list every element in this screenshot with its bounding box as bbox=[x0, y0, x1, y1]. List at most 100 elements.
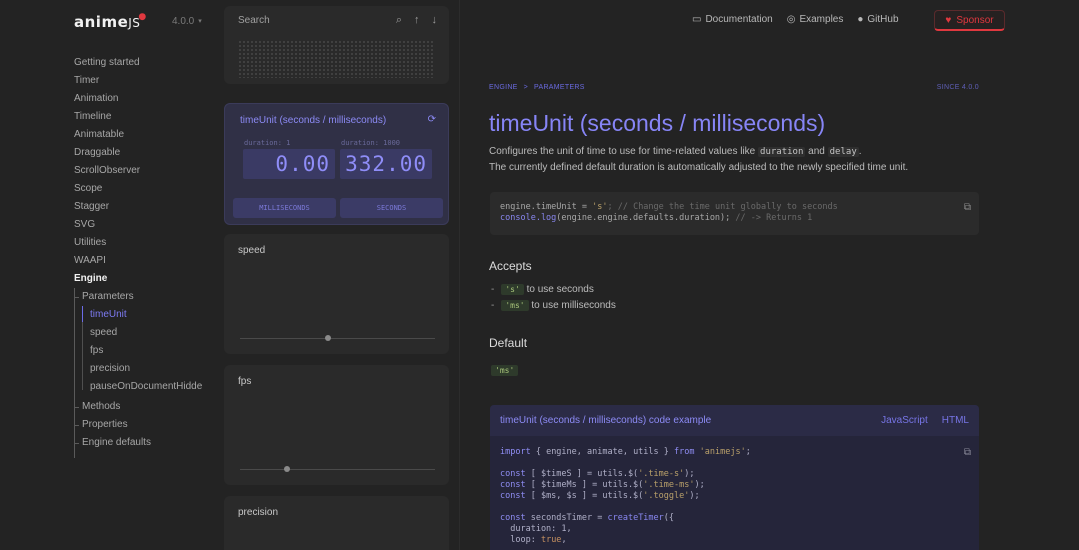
sidebar-item-timer[interactable]: Timer bbox=[74, 74, 214, 92]
tab-javascript[interactable]: JavaScript bbox=[881, 415, 928, 426]
sidebar-item-scrollobserver[interactable]: ScrollObserver bbox=[74, 164, 214, 182]
accept-text: to use seconds bbox=[523, 284, 594, 295]
arrow-down-icon[interactable]: ↓ bbox=[432, 14, 438, 27]
description-line-1: Configures the unit of time to use for t… bbox=[489, 144, 979, 160]
fps-slider[interactable] bbox=[240, 466, 435, 472]
refresh-icon[interactable]: ⟳ bbox=[428, 114, 436, 125]
fps-demo-card: fps bbox=[224, 365, 449, 485]
list-dash: - bbox=[491, 284, 495, 295]
logo-text: anime bbox=[74, 13, 129, 31]
sidebar-item-properties[interactable]: Properties bbox=[74, 418, 214, 436]
code-example-panel: timeUnit (seconds / milliseconds) code e… bbox=[490, 405, 979, 550]
speed-slider-knob[interactable] bbox=[324, 335, 331, 341]
parameters-subnav: timeUnit speed fps precision pauseOnDocu… bbox=[82, 306, 214, 398]
value-tag: 's' bbox=[501, 284, 524, 295]
methods-label: Methods bbox=[82, 401, 121, 412]
sidebar-item-animatable[interactable]: Animatable bbox=[74, 128, 214, 146]
github-label: GitHub bbox=[867, 14, 899, 25]
documentation-link[interactable]: ▭ Documentation bbox=[692, 14, 773, 25]
search-input[interactable]: Search bbox=[238, 15, 270, 26]
sidebar-item-utilities[interactable]: Utilities bbox=[74, 236, 214, 254]
speed-demo-card: speed bbox=[224, 234, 449, 354]
milliseconds-button[interactable]: MILLISECONDS bbox=[233, 198, 336, 218]
breadcrumb-parameters[interactable]: PARAMETERS bbox=[534, 84, 585, 91]
sidebar-item-pauseondocumenthidden[interactable]: pauseOnDocumentHidde bbox=[82, 380, 214, 398]
precision-demo-card: precision bbox=[224, 496, 449, 550]
default-heading: Default bbox=[489, 336, 528, 350]
copy-icon[interactable]: ⧉ bbox=[964, 202, 971, 213]
search-icon[interactable]: ⌕ bbox=[396, 14, 402, 27]
sidebar-item-scope[interactable]: Scope bbox=[74, 182, 214, 200]
example-tabs: JavaScript HTML bbox=[881, 415, 969, 426]
precision-label: precision bbox=[238, 507, 279, 518]
logo-dot-icon: ● bbox=[138, 12, 147, 22]
sidebar-item-precision[interactable]: precision bbox=[82, 362, 214, 380]
sidebar-item-waapi[interactable]: WAAPI bbox=[74, 254, 214, 272]
fps-label: fps bbox=[238, 376, 252, 387]
accept-item-ms: -'ms' to use milliseconds bbox=[491, 298, 616, 314]
version-label: 4.0.0 bbox=[172, 16, 195, 27]
sidebar-item-engine-defaults[interactable]: Engine defaults bbox=[74, 436, 214, 454]
dot-grid-visual bbox=[238, 40, 434, 78]
timeunit-demo-card: timeUnit (seconds / milliseconds) ⟳ dura… bbox=[224, 103, 449, 225]
code-comment: ; // Change the time unit globally to se… bbox=[607, 202, 838, 212]
sidebar-item-speed[interactable]: speed bbox=[82, 326, 214, 344]
sidebar-item-timeline[interactable]: Timeline bbox=[74, 110, 214, 128]
breadcrumb: ENGINE > PARAMETERS bbox=[489, 84, 585, 91]
sidebar-item-fps[interactable]: fps bbox=[82, 344, 214, 362]
sidebar-item-engine[interactable]: Engine bbox=[74, 272, 214, 290]
fps-slider-knob[interactable] bbox=[283, 466, 290, 472]
github-link[interactable]: ● GitHub bbox=[857, 14, 898, 25]
sidebar-nav: Getting started Timer Animation Timeline… bbox=[74, 56, 214, 458]
code-function: console.log bbox=[500, 213, 557, 223]
github-icon: ● bbox=[857, 14, 864, 25]
description: Configures the unit of time to use for t… bbox=[489, 144, 979, 175]
version-selector[interactable]: 4.0.0 ▾ bbox=[172, 16, 202, 27]
copy-icon[interactable]: ⧉ bbox=[964, 447, 971, 458]
search-panel: Search ⌕ ↑ ↓ bbox=[224, 6, 449, 84]
list-dash: - bbox=[491, 300, 495, 311]
search-bar[interactable]: Search ⌕ ↑ ↓ bbox=[238, 14, 437, 31]
breadcrumb-engine[interactable]: ENGINE bbox=[489, 84, 518, 91]
sidebar-item-animation[interactable]: Animation bbox=[74, 92, 214, 110]
examples-label: Examples bbox=[799, 14, 844, 25]
sidebar-item-draggable[interactable]: Draggable bbox=[74, 146, 214, 164]
sidebar-item-svg[interactable]: SVG bbox=[74, 218, 214, 236]
page-title: timeUnit (seconds / milliseconds) bbox=[489, 110, 826, 136]
desc-text: Configures the unit of time to use for t… bbox=[489, 146, 759, 157]
sidebar-item-stagger[interactable]: Stagger bbox=[74, 200, 214, 218]
lcd-display-seconds: 0.00 bbox=[243, 149, 335, 179]
demo-title: timeUnit (seconds / milliseconds) bbox=[240, 115, 387, 126]
inline-code-duration: duration bbox=[758, 147, 806, 157]
tree-tick bbox=[74, 443, 79, 444]
code-string: 's' bbox=[592, 202, 608, 212]
sidebar-item-getting-started[interactable]: Getting started bbox=[74, 56, 214, 74]
sponsor-label: Sponsor bbox=[956, 14, 994, 26]
tree-tick bbox=[74, 407, 79, 408]
sidebar-item-methods[interactable]: Methods bbox=[74, 400, 214, 418]
accepts-heading: Accepts bbox=[489, 259, 532, 273]
examples-link[interactable]: ◎ Examples bbox=[787, 14, 844, 25]
desc-text: and bbox=[805, 146, 828, 157]
example-header: timeUnit (seconds / milliseconds) code e… bbox=[490, 405, 979, 436]
anime-logo[interactable]: animeJS● bbox=[74, 12, 149, 31]
code-block-usage: engine.timeUnit = 's'; // Change the tim… bbox=[490, 192, 979, 235]
code-token: engine.timeUnit = bbox=[500, 202, 593, 212]
sidebar-item-parameters[interactable]: Parameters bbox=[74, 290, 214, 308]
accept-text: to use milliseconds bbox=[528, 300, 616, 311]
speed-slider[interactable] bbox=[240, 335, 435, 341]
book-icon: ▭ bbox=[692, 14, 702, 25]
sidebar-item-timeunit[interactable]: timeUnit bbox=[82, 308, 214, 326]
tree-tick bbox=[74, 425, 79, 426]
seconds-button[interactable]: SECONDS bbox=[340, 198, 443, 218]
tab-html[interactable]: HTML bbox=[942, 415, 969, 426]
sponsor-button[interactable]: ♥ Sponsor bbox=[934, 10, 1005, 31]
column-divider bbox=[459, 0, 460, 550]
code-comment: // -> Returns 1 bbox=[735, 213, 813, 223]
engine-subnav: Parameters timeUnit speed fps precision … bbox=[74, 288, 214, 458]
search-controls: ⌕ ↑ ↓ bbox=[396, 14, 437, 27]
arrow-up-icon[interactable]: ↑ bbox=[414, 14, 420, 27]
top-navigation: ▭ Documentation ◎ Examples ● GitHub bbox=[692, 14, 899, 25]
breadcrumb-separator: > bbox=[523, 84, 529, 91]
default-value: 'ms' bbox=[491, 360, 519, 378]
